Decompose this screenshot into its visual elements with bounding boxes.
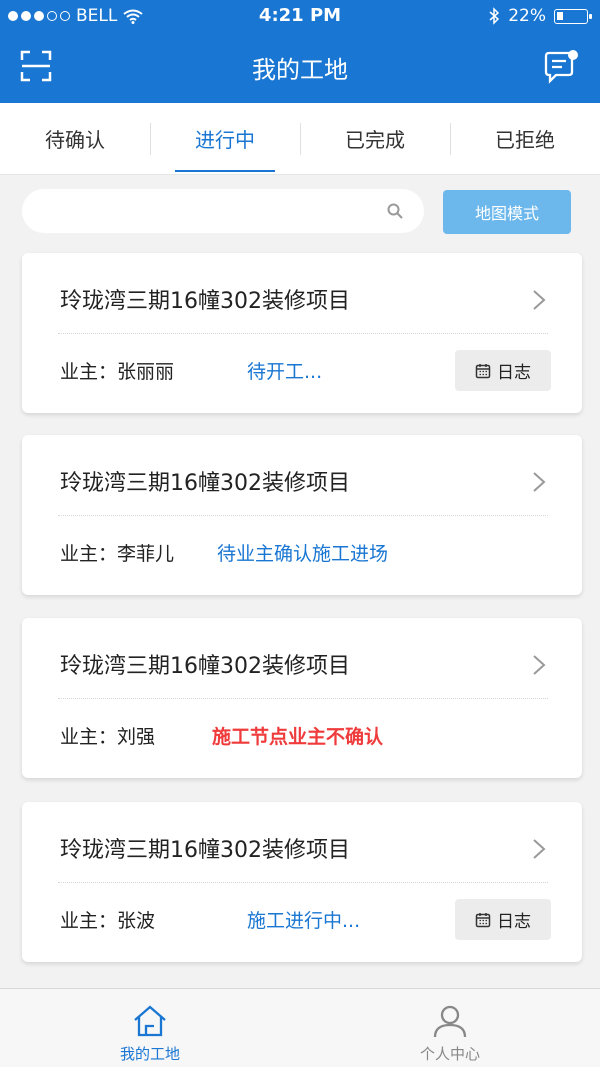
calendar-icon (475, 912, 491, 927)
project-title: 玲珑湾三期16幢302装修项目 (60, 471, 350, 496)
owner-name: 业主：张丽丽 (60, 361, 175, 383)
tab-in-progress[interactable]: 进行中 (150, 103, 300, 174)
log-button[interactable]: 日志 (455, 350, 551, 391)
battery-percent: 22% (508, 6, 546, 26)
project-title: 玲珑湾三期16幢302装修项目 (60, 654, 350, 679)
search-icon (387, 203, 403, 219)
bottom-nav: 我的工地 个人中心 (0, 988, 600, 1067)
search-input[interactable] (22, 189, 424, 233)
divider (58, 882, 548, 883)
project-card[interactable]: 玲珑湾三期16幢302装修项目 业主：李菲儿 待业主确认施工进场 (22, 435, 582, 595)
page-title: 我的工地 (252, 56, 348, 84)
tab-rejected[interactable]: 已拒绝 (450, 103, 600, 174)
owner-name: 业主：李菲儿 (60, 543, 175, 565)
chevron-right-icon (533, 472, 546, 492)
battery-icon (554, 8, 592, 24)
home-icon (134, 1005, 166, 1037)
nav-profile-label: 个人中心 (419, 1045, 480, 1063)
divider (58, 698, 548, 699)
project-title: 玲珑湾三期16幢302装修项目 (60, 289, 350, 314)
log-button[interactable]: 日志 (455, 899, 551, 940)
status-right: 22% (489, 6, 592, 26)
project-status: 待业主确认施工进场 (217, 543, 389, 565)
project-card[interactable]: 玲珑湾三期16幢302装修项目 业主：刘强 施工节点业主不确认 (22, 618, 582, 778)
message-icon[interactable] (542, 50, 578, 84)
status-bar: BELL 4:21 PM 22% (0, 0, 600, 34)
bluetooth-icon (489, 7, 500, 25)
owner-name: 业主：刘强 (60, 726, 156, 748)
project-status: 待开工... (247, 361, 323, 383)
chevron-right-icon (533, 655, 546, 675)
map-mode-button[interactable]: 地图模式 (443, 190, 571, 234)
project-card[interactable]: 玲珑湾三期16幢302装修项目 业主：张丽丽 待开工... 日志 (22, 253, 582, 413)
owner-name: 业主：张波 (60, 910, 156, 932)
project-status-alert: 施工节点业主不确认 (212, 726, 384, 748)
log-label: 日志 (497, 363, 531, 383)
project-title: 玲珑湾三期16幢302装修项目 (60, 838, 350, 863)
calendar-icon (475, 363, 491, 378)
divider (58, 515, 548, 516)
nav-profile[interactable]: 个人中心 (300, 989, 600, 1067)
nav-my-sites-label: 我的工地 (119, 1045, 180, 1063)
log-label: 日志 (497, 912, 531, 932)
project-status: 施工进行中... (247, 910, 361, 932)
project-card[interactable]: 玲珑湾三期16幢302装修项目 业主：张波 施工进行中... 日志 (22, 802, 582, 962)
chevron-right-icon (533, 839, 546, 859)
divider (58, 333, 548, 334)
user-icon (433, 1005, 467, 1038)
tab-completed[interactable]: 已完成 (300, 103, 450, 174)
tab-pending[interactable]: 待确认 (0, 103, 150, 174)
nav-my-sites[interactable]: 我的工地 (0, 989, 300, 1067)
top-bar: BELL 4:21 PM 22% 我的工地 (0, 0, 600, 103)
chevron-right-icon (533, 290, 546, 310)
status-tabs: 待确认 进行中 已完成 已拒绝 (0, 103, 600, 175)
